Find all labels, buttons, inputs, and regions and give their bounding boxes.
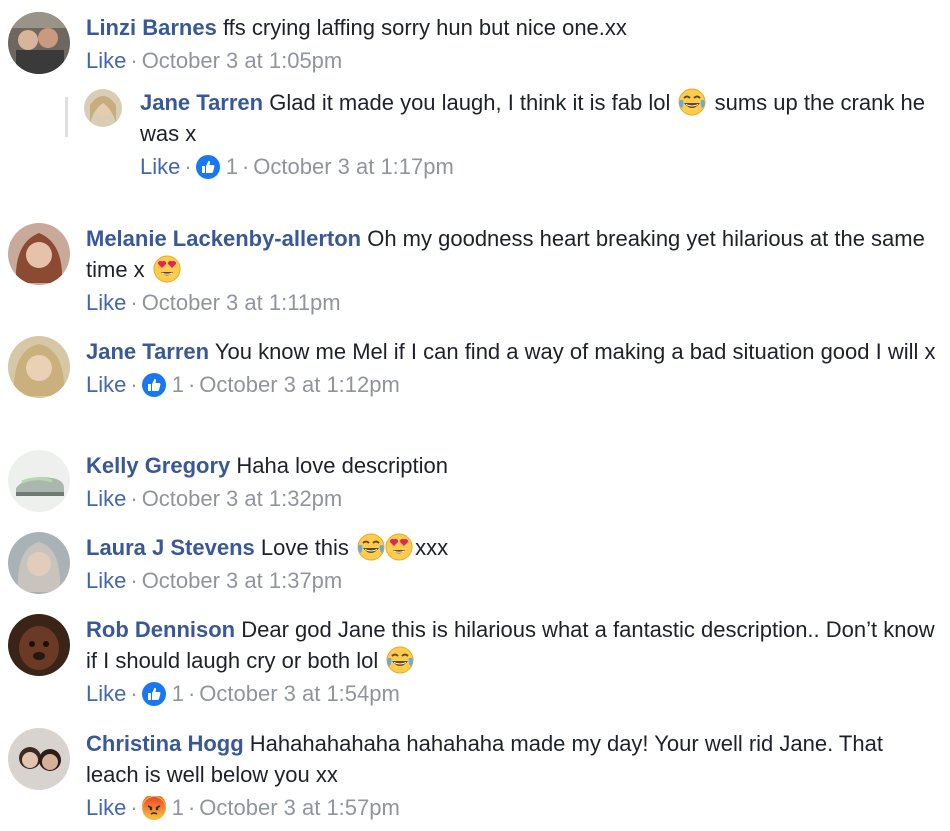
reaction-count[interactable]: 1 (172, 681, 184, 706)
tears-of-joy-emoji-icon (678, 88, 707, 116)
separator-dot: · (130, 372, 138, 397)
separator-dot: · (187, 681, 196, 706)
comment-text: Kelly Gregory Haha love description (86, 450, 938, 481)
comment-timestamp[interactable]: October 3 at 1:05pm (142, 48, 343, 73)
avatar[interactable] (8, 336, 70, 398)
separator-dot: · (187, 795, 196, 820)
comment-meta: Like · October 3 at 1:11pm (86, 289, 938, 317)
comment-text: Jane Tarren Glad it made you laugh, I th… (140, 87, 926, 149)
comment-meta: Like · 1 · October 3 at 1:54pm (86, 680, 938, 708)
comment-author[interactable]: Kelly Gregory (86, 453, 230, 478)
comment-text: Christina Hogg Hahahahahaha hahahaha mad… (86, 728, 938, 790)
comment-message: You know me Mel if I can find a way of m… (214, 339, 936, 364)
reply-thread-line (65, 97, 68, 137)
angry-reaction-icon[interactable] (141, 796, 166, 820)
comment-meta: Like · October 3 at 1:37pm (86, 567, 938, 595)
like-link[interactable]: Like (86, 568, 126, 593)
comment-text: Jane Tarren You know me Mel if I can fin… (86, 336, 938, 367)
comment-author[interactable]: Jane Tarren (86, 339, 209, 364)
separator-dot: · (184, 154, 192, 179)
like-link[interactable]: Like (86, 48, 126, 73)
like-link[interactable]: Like (86, 486, 126, 511)
comment-author[interactable]: Jane Tarren (140, 90, 263, 115)
comment-meta: Like · October 3 at 1:05pm (86, 47, 938, 75)
heart-eyes-emoji-icon (385, 533, 413, 561)
like-link[interactable]: Like (86, 372, 126, 397)
like-link[interactable]: Like (86, 290, 126, 315)
avatar[interactable] (8, 728, 70, 790)
comment-meta: Like · 1 · October 3 at 1:12pm (86, 371, 938, 399)
comment-message: Glad it made you laugh, I think it is fa… (269, 90, 671, 115)
tears-of-joy-emoji-icon (357, 533, 386, 561)
avatar[interactable] (8, 450, 70, 512)
comment-text: Linzi Barnes ffs crying laffing sorry hu… (86, 12, 938, 43)
reaction-count[interactable]: 1 (226, 154, 238, 179)
separator-dot: · (130, 568, 138, 593)
comment-text: Rob Dennison Dear god Jane this is hilar… (86, 614, 938, 676)
like-reaction-icon[interactable] (141, 682, 166, 706)
like-link[interactable]: Like (86, 795, 126, 820)
comment-timestamp[interactable]: October 3 at 1:17pm (253, 154, 454, 179)
separator-dot: · (187, 372, 196, 397)
comment-timestamp[interactable]: October 3 at 1:37pm (142, 568, 343, 593)
avatar[interactable] (84, 89, 122, 127)
tears-of-joy-emoji-icon (386, 646, 415, 674)
comment-message: Love this (260, 535, 349, 560)
separator-dot: · (241, 154, 250, 179)
comment-text: Laura J Stevens Love this xxx (86, 532, 938, 563)
comment-timestamp[interactable]: October 3 at 1:57pm (199, 795, 400, 820)
comment-timestamp[interactable]: October 3 at 1:12pm (199, 372, 400, 397)
comment-meta: Like · 1 · October 3 at 1:57pm (86, 794, 938, 822)
comment-author[interactable]: Laura J Stevens (86, 535, 255, 560)
comment-author[interactable]: Christina Hogg (86, 731, 244, 756)
comment-message: ffs crying laffing sorry hun but nice on… (222, 15, 627, 40)
comment-meta: Like · 1 · October 3 at 1:17pm (140, 153, 926, 181)
comment-author[interactable]: Rob Dennison (86, 617, 235, 642)
avatar[interactable] (8, 223, 70, 285)
reaction-count[interactable]: 1 (172, 372, 184, 397)
like-reaction-icon[interactable] (141, 373, 166, 397)
heart-eyes-emoji-icon (153, 255, 181, 283)
comment-author[interactable]: Melanie Lackenby-allerton (86, 226, 361, 251)
reaction-count[interactable]: 1 (172, 795, 184, 820)
avatar[interactable] (8, 12, 70, 74)
comment-meta: Like · October 3 at 1:32pm (86, 485, 938, 513)
comment-message-continued: xxx (415, 535, 449, 560)
avatar[interactable] (8, 532, 70, 594)
comment-message: Haha love description (236, 453, 448, 478)
separator-dot: · (130, 795, 138, 820)
separator-dot: · (130, 486, 138, 511)
like-link[interactable]: Like (86, 681, 126, 706)
comment-timestamp[interactable]: October 3 at 1:32pm (142, 486, 343, 511)
separator-dot: · (130, 681, 138, 706)
like-reaction-icon[interactable] (195, 155, 220, 179)
separator-dot: · (130, 290, 138, 315)
comment-text: Melanie Lackenby-allerton Oh my goodness… (86, 223, 938, 285)
comment-timestamp[interactable]: October 3 at 1:11pm (142, 290, 341, 315)
like-link[interactable]: Like (140, 154, 180, 179)
separator-dot: · (130, 48, 138, 73)
comment-author[interactable]: Linzi Barnes (86, 15, 217, 40)
comment-timestamp[interactable]: October 3 at 1:54pm (199, 681, 400, 706)
avatar[interactable] (8, 614, 70, 676)
